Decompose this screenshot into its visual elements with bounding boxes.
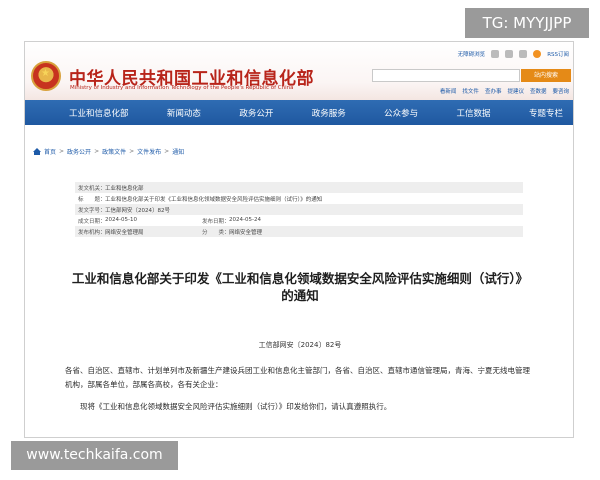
meta-org: 网络安全管理局 bbox=[105, 229, 144, 236]
accessibility-link[interactable]: 无障碍浏览 bbox=[458, 50, 486, 58]
meta-key: 成文日期： bbox=[78, 218, 106, 225]
main-nav: 工业和信息化部 新闻动态 政务公开 政务服务 公众参与 工信数据 专题专栏 bbox=[25, 100, 573, 125]
meta-category-cell: 分 类： 网络安全管理 bbox=[199, 228, 262, 236]
quick-links: 看新闻 找文件 查办事 提建议 查数据 要咨询 bbox=[440, 87, 569, 95]
meta-created-cell: 成文日期： 2024-05-10 bbox=[75, 217, 199, 225]
nav-item-services[interactable]: 政务服务 bbox=[312, 107, 346, 119]
meta-key: 发布机构： bbox=[78, 229, 106, 236]
site-header: ★ 中华人民共和国工业和信息化部 Ministry of Industry an… bbox=[25, 42, 573, 100]
meta-key: 分 类： bbox=[202, 229, 230, 236]
website-screenshot: ★ 中华人民共和国工业和信息化部 Ministry of Industry an… bbox=[24, 41, 574, 438]
breadcrumb-separator: > bbox=[94, 148, 100, 155]
document-body: 各省、自治区、直辖市、计划单列市及新疆生产建设兵团工业和信息化主管部门，各省、自… bbox=[65, 364, 533, 414]
home-icon[interactable] bbox=[33, 147, 41, 155]
meta-title: 工业和信息化部关于印发《工业和信息化领域数据安全风险评估实施细则（试行）》的通知 bbox=[105, 196, 323, 203]
wechat-icon[interactable] bbox=[505, 50, 514, 58]
breadcrumb-file-release[interactable]: 文件发布 bbox=[137, 147, 161, 156]
quick-link-services[interactable]: 查办事 bbox=[485, 87, 502, 95]
meta-docno: 工信部网安〔2024〕82号 bbox=[105, 207, 170, 214]
breadcrumb-policy-files[interactable]: 政策文件 bbox=[102, 147, 126, 156]
meta-row-title: 标 题： 工业和信息化部关于印发《工业和信息化领域数据安全风险评估实施细则（试行… bbox=[75, 193, 523, 204]
site-search-input[interactable] bbox=[372, 69, 520, 82]
meta-row-issuer: 发文机关： 工业和信息化部 bbox=[75, 182, 523, 193]
meta-key: 发文字号： bbox=[78, 207, 106, 214]
nav-item-data[interactable]: 工信数据 bbox=[457, 107, 491, 119]
site-watermark-badge: www.techkaifa.com bbox=[11, 441, 178, 470]
breadcrumb-notice[interactable]: 通知 bbox=[172, 147, 184, 156]
weibo-icon[interactable] bbox=[519, 50, 528, 58]
document-paragraph: 现将《工业和信息化领域数据安全风险评估实施细则（试行）》印发给你们，请认真遵照执… bbox=[80, 402, 392, 411]
nav-item-news[interactable]: 新闻动态 bbox=[167, 107, 201, 119]
meta-issuer: 工业和信息化部 bbox=[105, 185, 144, 192]
meta-created: 2024-05-10 bbox=[105, 216, 137, 223]
meta-row-dates: 成文日期： 2024-05-10 发布日期： 2024-05-24 bbox=[75, 215, 523, 226]
meta-row-org: 发布机构： 网络安全管理局 分 类： 网络安全管理 bbox=[75, 226, 523, 237]
breadcrumb: 首页 > 政务公开 > 政策文件 > 文件发布 > 通知 bbox=[33, 147, 184, 156]
nav-item-participation[interactable]: 公众参与 bbox=[384, 107, 418, 119]
rss-icon[interactable] bbox=[533, 50, 542, 58]
quick-link-suggest[interactable]: 提建议 bbox=[507, 87, 524, 95]
meta-key: 标 题： bbox=[78, 196, 106, 203]
document-title-line1: 工业和信息化部关于印发《工业和信息化领域数据安全风险评估实施细则（试行）》 bbox=[71, 271, 529, 286]
nav-item-topics[interactable]: 专题专栏 bbox=[529, 107, 563, 119]
quick-link-data[interactable]: 查数据 bbox=[530, 87, 547, 95]
breadcrumb-separator: > bbox=[129, 148, 135, 155]
page: TG: MYYJJPP ★ 中华人民共和国工业和信息化部 Ministry of… bbox=[0, 0, 600, 480]
meta-key: 发文机关： bbox=[78, 185, 106, 192]
meta-row-docno: 发文字号： 工信部网安〔2024〕82号 bbox=[75, 204, 523, 215]
breadcrumb-separator: > bbox=[164, 148, 170, 155]
tg-watermark-badge: TG: MYYJJPP bbox=[465, 8, 589, 38]
document-title-line2: 的通知 bbox=[281, 288, 319, 303]
breadcrumb-home[interactable]: 首页 bbox=[44, 147, 56, 156]
quick-link-consult[interactable]: 要咨询 bbox=[552, 87, 569, 95]
quick-link-files[interactable]: 找文件 bbox=[462, 87, 479, 95]
site-search-button[interactable]: 站内搜索 bbox=[521, 69, 571, 82]
top-links: 无障碍浏览 RSS订阅 bbox=[458, 49, 569, 59]
quick-link-news[interactable]: 看新闻 bbox=[440, 87, 457, 95]
meta-published: 2024-05-24 bbox=[229, 216, 261, 223]
meta-category: 网络安全管理 bbox=[229, 229, 263, 236]
breadcrumb-public-affairs[interactable]: 政务公开 bbox=[67, 147, 91, 156]
meta-published-cell: 发布日期： 2024-05-24 bbox=[199, 217, 261, 225]
document-recipients: 各省、自治区、直辖市、计划单列市及新疆生产建设兵团工业和信息化主管部门，各省、自… bbox=[65, 366, 530, 389]
rss-link[interactable]: RSS订阅 bbox=[547, 50, 569, 58]
breadcrumb-separator: > bbox=[59, 148, 65, 155]
document-title: 工业和信息化部关于印发《工业和信息化领域数据安全风险评估实施细则（试行）》 的通… bbox=[55, 270, 545, 304]
meta-key: 发布日期： bbox=[202, 218, 230, 225]
mobile-icon[interactable] bbox=[491, 50, 500, 58]
document-metadata-table: 发文机关： 工业和信息化部 标 题： 工业和信息化部关于印发《工业和信息化领域数… bbox=[75, 182, 523, 237]
national-emblem-icon[interactable]: ★ bbox=[31, 61, 61, 91]
nav-item-ministry[interactable]: 工业和信息化部 bbox=[69, 107, 129, 119]
nav-item-public-affairs[interactable]: 政务公开 bbox=[239, 107, 273, 119]
site-subtitle: Ministry of Industry and Information Tec… bbox=[70, 85, 294, 91]
document-number: 工信部网安〔2024〕82号 bbox=[258, 341, 342, 349]
meta-org-cell: 发布机构： 网络安全管理局 bbox=[75, 228, 199, 236]
